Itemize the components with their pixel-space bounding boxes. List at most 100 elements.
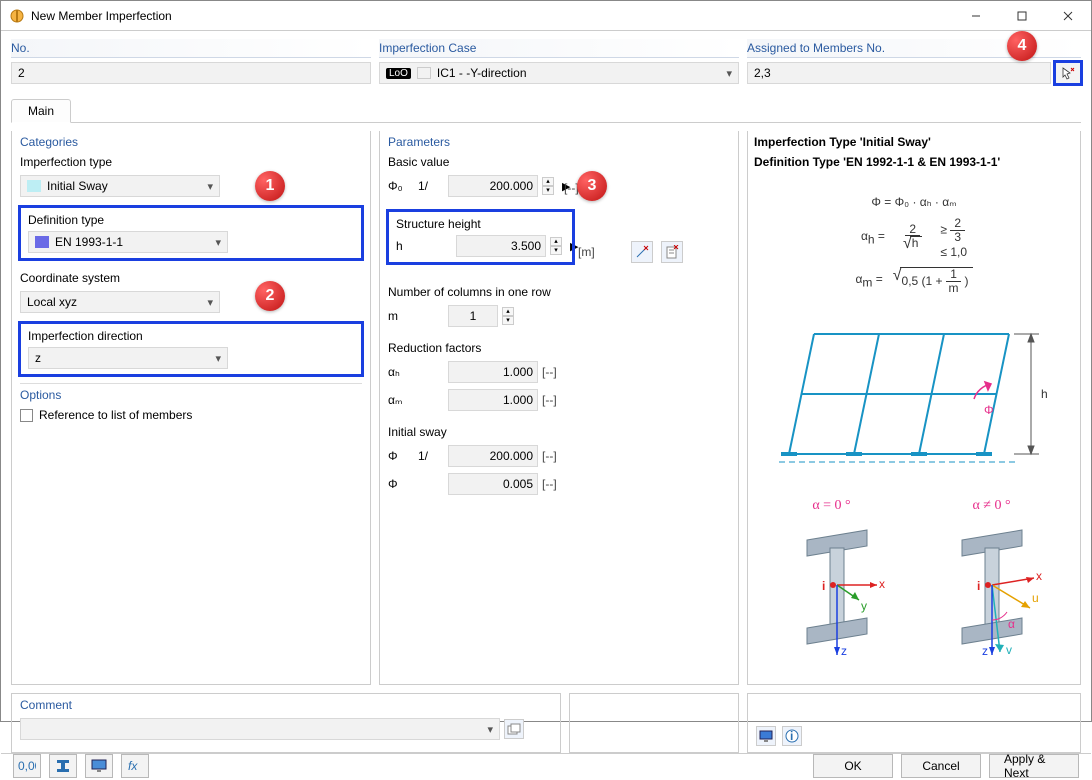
def-type-combo[interactable]: EN 1993-1-1 <box>28 231 228 253</box>
swatch-icon <box>35 236 49 248</box>
am-symbol: αₘ <box>388 393 414 407</box>
svg-text:z: z <box>841 644 847 658</box>
chevron-down-icon <box>207 179 213 193</box>
svg-text:v: v <box>1006 643 1012 657</box>
close-button[interactable] <box>1045 1 1091 31</box>
m-input[interactable]: 1 <box>448 305 498 327</box>
ok-button[interactable]: OK <box>813 754 893 778</box>
svg-text:fx: fx <box>128 759 138 773</box>
svg-text:i: i <box>790 729 793 743</box>
basic-value-label: Basic value <box>388 155 730 169</box>
dir-value: z <box>35 351 41 365</box>
svg-text:h: h <box>1041 387 1048 401</box>
options-title: Options <box>20 383 362 402</box>
dir-combo[interactable]: z <box>28 347 228 369</box>
cancel-button[interactable]: Cancel <box>901 754 981 778</box>
alpha0-label: α = 0 ° <box>777 498 887 514</box>
info-line1: Imperfection Type 'Initial Sway' <box>754 135 1074 149</box>
case-combo[interactable]: LoO IC1 - -Y-direction <box>379 62 739 84</box>
maximize-button[interactable] <box>999 1 1045 31</box>
case-badge: LoO <box>386 68 411 79</box>
info-view-button[interactable] <box>756 726 776 746</box>
cross-section-button[interactable] <box>49 754 77 778</box>
formula-block: Φ = Φ₀ · αₕ · αₘ αh = 2h ≥ 23 ≤ 1,0 αm =… <box>754 195 1074 294</box>
init-sway-label: Initial sway <box>388 425 730 439</box>
comment-library-button[interactable] <box>504 719 524 739</box>
phi0-spinner[interactable]: ▴▾ <box>542 177 554 195</box>
ibeam-icon <box>55 759 71 773</box>
svg-text:α: α <box>1008 617 1015 631</box>
svg-text:Φ: Φ <box>984 403 994 417</box>
ah-value: 1.000 <box>448 361 538 383</box>
callout-3: 3 <box>577 171 607 201</box>
formula-phi: Φ = Φ₀ · αₕ · αₘ <box>871 195 956 209</box>
callout-1: 1 <box>255 171 285 201</box>
imp-type-value: Initial Sway <box>47 179 108 193</box>
svg-text:0,00: 0,00 <box>18 759 36 773</box>
phi0-input[interactable]: 200.000 <box>448 175 538 197</box>
phi-prefix: 1/ <box>418 449 444 463</box>
apply-next-button[interactable]: Apply & Next <box>989 754 1079 778</box>
render-button[interactable] <box>85 754 113 778</box>
svg-text:z: z <box>982 644 988 658</box>
fx-button[interactable]: fx <box>121 754 149 778</box>
def-type-value: EN 1993-1-1 <box>55 235 123 249</box>
h-symbol: h <box>396 239 422 253</box>
phi2-symbol: Φ <box>388 477 414 491</box>
window-title: New Member Imperfection <box>31 9 172 23</box>
h-spinner[interactable]: ▴▾ <box>550 237 562 255</box>
svg-text:u: u <box>1032 591 1039 605</box>
h-input[interactable]: 3.500 <box>456 235 546 257</box>
comment-combo[interactable] <box>20 718 500 740</box>
checkbox-icon[interactable] <box>20 409 33 422</box>
coord-label: Coordinate system <box>20 271 362 285</box>
ah-symbol: αₕ <box>388 365 414 379</box>
no-label: No. <box>11 39 371 58</box>
library-button[interactable] <box>661 241 683 263</box>
chevron-down-icon <box>215 235 221 249</box>
svg-text:i: i <box>977 579 980 593</box>
app-icon <box>9 8 25 24</box>
phi0-prefix: 1/ <box>418 179 444 193</box>
ah-unit: [--] <box>542 365 566 379</box>
phi0-symbol: Φ₀ <box>388 179 414 193</box>
categories-title: Categories <box>20 135 362 149</box>
cards-icon <box>507 723 521 735</box>
tab-main[interactable]: Main <box>11 99 71 123</box>
coord-combo[interactable]: Local xyz <box>20 291 220 313</box>
coord-value: Local xyz <box>27 295 77 309</box>
cols-label: Number of columns in one row <box>388 285 730 299</box>
info-help-button[interactable]: i <box>782 726 802 746</box>
pick-height-button[interactable] <box>631 241 653 263</box>
imp-type-label: Imperfection type <box>20 155 362 169</box>
red-label: Reduction factors <box>388 341 730 355</box>
pick-distance-icon <box>635 245 649 259</box>
svg-text:x: x <box>1036 569 1042 583</box>
monitor-icon <box>759 729 773 743</box>
sheet-icon <box>665 245 679 259</box>
m-spinner[interactable]: ▴▾ <box>502 307 514 325</box>
chevron-down-icon <box>207 295 213 309</box>
swatch-icon <box>27 180 41 192</box>
ref-list-label: Reference to list of members <box>39 408 192 422</box>
chevron-down-icon <box>215 351 221 365</box>
svg-text:i: i <box>822 579 825 593</box>
ref-list-row[interactable]: Reference to list of members <box>20 408 362 422</box>
svg-text:x: x <box>879 577 885 591</box>
assigned-value[interactable]: 2,3 <box>747 62 1051 84</box>
imp-type-combo[interactable]: Initial Sway <box>20 175 220 197</box>
alphan0-label: α ≠ 0 ° <box>932 498 1052 514</box>
no-value: 2 <box>11 62 371 84</box>
monitor-icon <box>91 759 107 773</box>
case-label: Imperfection Case <box>379 39 739 58</box>
pick-members-button[interactable] <box>1055 62 1081 84</box>
titlebar: New Member Imperfection <box>1 1 1091 31</box>
callout-4: 4 <box>1007 31 1037 61</box>
units-button[interactable]: 0,00 <box>13 754 41 778</box>
minimize-button[interactable] <box>953 1 999 31</box>
chevron-down-icon <box>726 66 732 80</box>
am-unit: [--] <box>542 393 566 407</box>
case-value: IC1 - -Y-direction <box>437 66 527 80</box>
h-unit: [m] <box>578 245 595 259</box>
phi-symbol: Φ <box>388 449 414 463</box>
